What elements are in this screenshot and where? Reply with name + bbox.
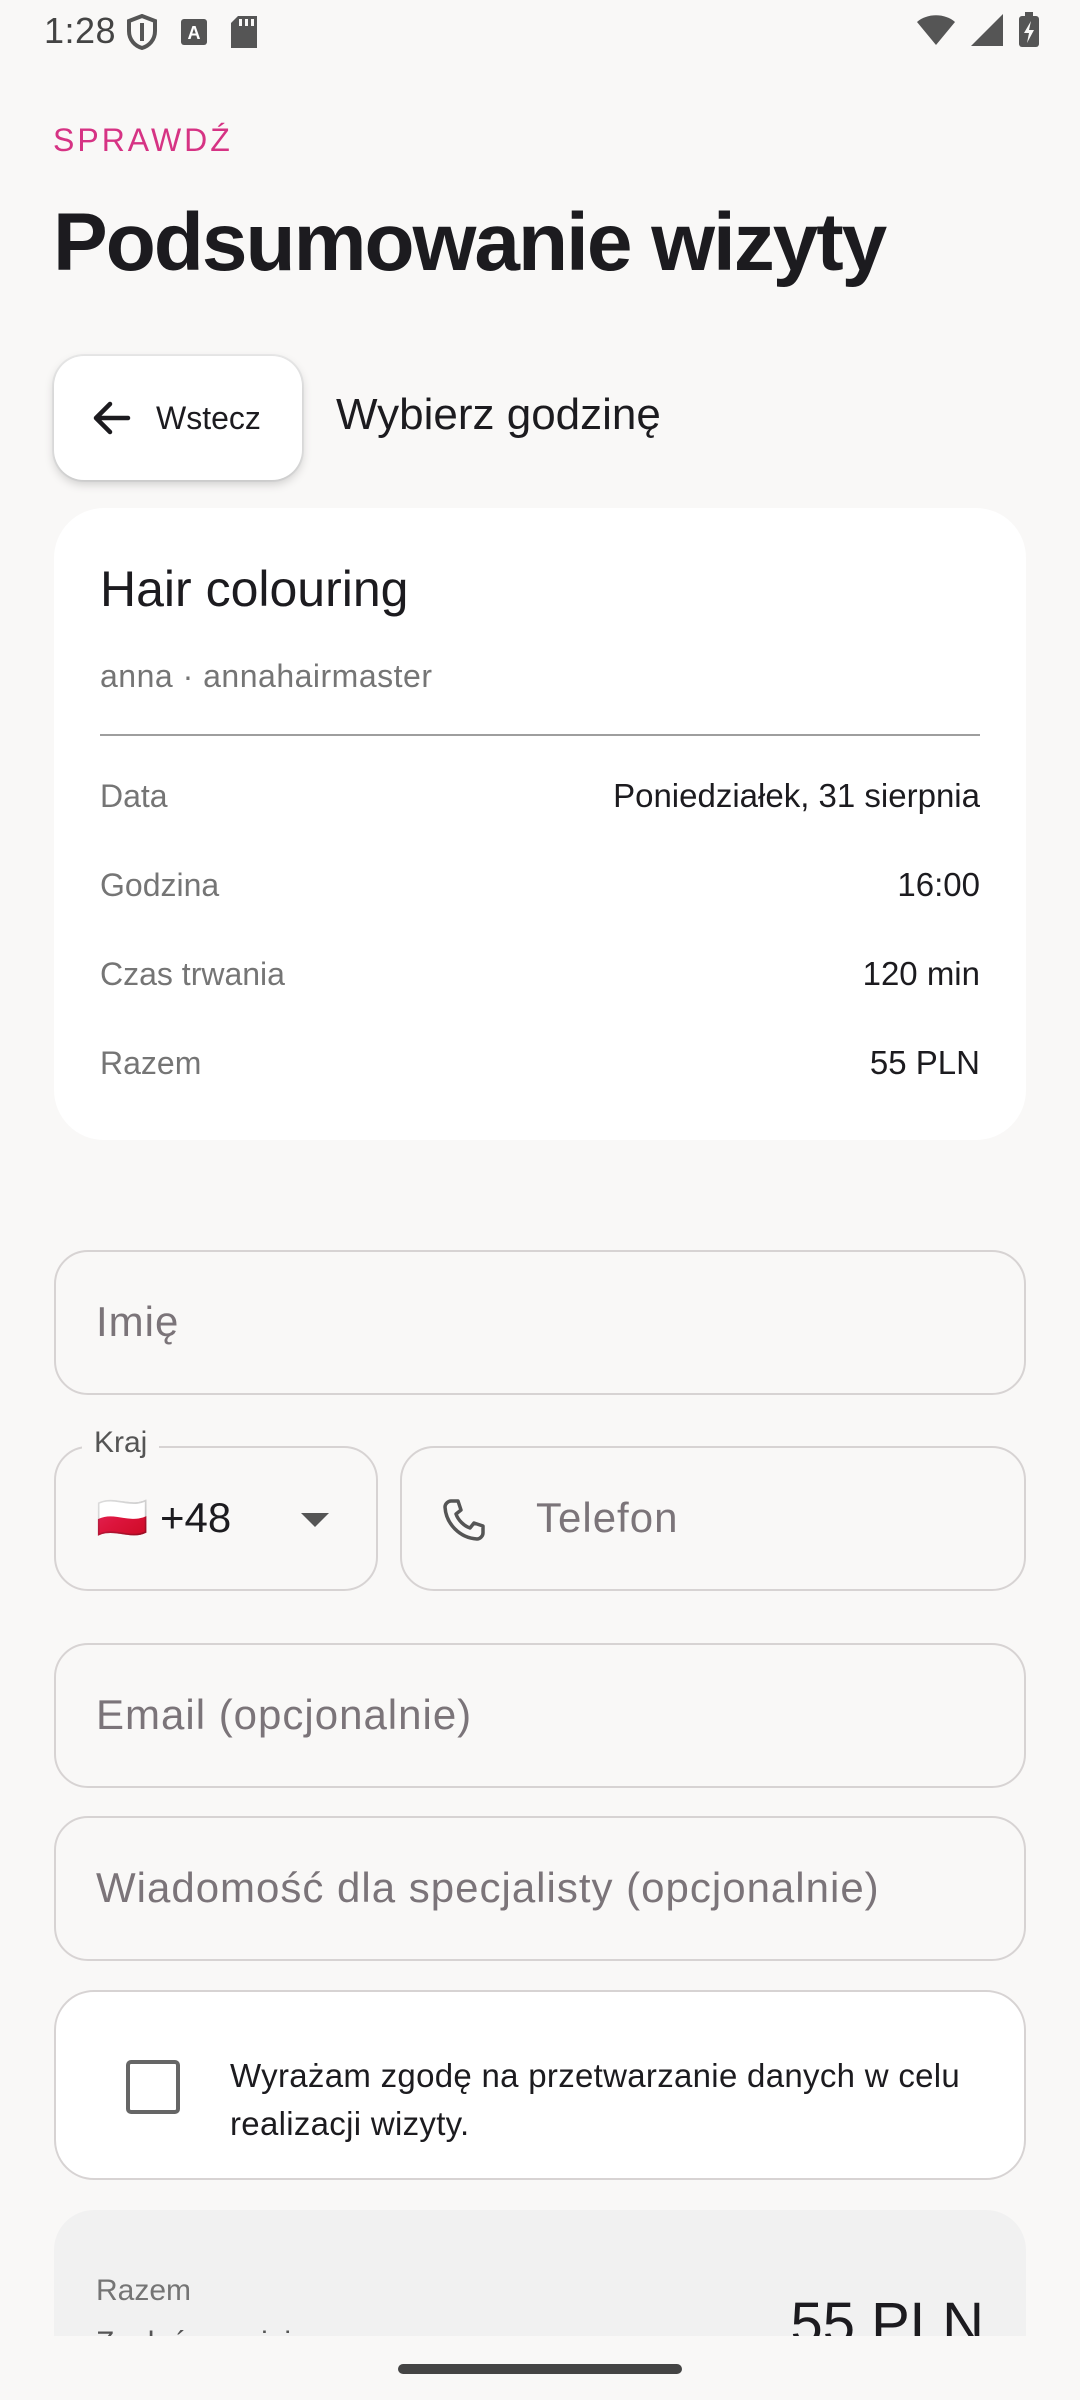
message-field[interactable]: Wiadomość dla specjalisty (opcjonalnie): [54, 1816, 1026, 1961]
country-select[interactable]: 🇵🇱 +48: [54, 1446, 378, 1591]
home-indicator[interactable]: [398, 2364, 682, 2374]
detail-row-time: Godzina 16:00: [100, 860, 980, 910]
detail-value: 55 PLN: [869, 1044, 980, 1081]
page-title: Podsumowanie wizyty: [53, 197, 887, 288]
country-code: +48: [160, 1494, 232, 1541]
signal-icon: [971, 14, 1003, 46]
consent-checkbox[interactable]: [126, 2060, 180, 2114]
country-label: Kraj: [82, 1426, 160, 1460]
detail-label: Razem: [100, 1044, 202, 1081]
message-placeholder: Wiadomość dla specjalisty (opcjonalnie): [96, 1864, 880, 1911]
arrow-back-icon: [93, 401, 131, 435]
service-provider: anna · annahairmaster: [100, 658, 433, 694]
status-time: 1:28: [44, 10, 117, 51]
step-title: Wybierz godzinę: [336, 390, 661, 439]
email-placeholder: Email (opcjonalnie): [96, 1691, 473, 1738]
battery-charging-icon: [1019, 12, 1039, 47]
name-field[interactable]: Imię: [54, 1250, 1026, 1395]
font-a-icon: A: [181, 19, 207, 45]
total-label: Razem: [96, 2274, 192, 2307]
shield-icon: [127, 14, 157, 50]
summary-card: Hair colouring anna · annahairmaster Dat…: [54, 508, 1026, 1140]
detail-label: Czas trwania: [100, 955, 285, 992]
back-button-label: Wstecz: [156, 399, 261, 436]
consent-box[interactable]: Wyrażam zgodę na przetwarzanie danych w …: [54, 1990, 1026, 2180]
detail-value: 120 min: [862, 955, 980, 992]
back-button[interactable]: Wstecz: [54, 356, 302, 480]
wifi-icon: [917, 15, 955, 45]
phone-placeholder: Telefon: [536, 1494, 679, 1541]
detail-row-total: Razem 55 PLN: [100, 1038, 980, 1088]
email-field[interactable]: Email (opcjonalnie): [54, 1643, 1026, 1788]
detail-label: Godzina: [100, 866, 220, 903]
status-bar: 1:28 A: [0, 0, 1080, 64]
consent-text: Wyrażam zgodę na przetwarzanie danych w …: [230, 2057, 961, 2142]
eyebrow-label: SPRAWDŹ: [53, 122, 233, 158]
service-name: Hair colouring: [100, 561, 409, 617]
dropdown-arrow-icon: [301, 1513, 329, 1527]
phone-icon: [443, 1499, 485, 1541]
detail-row-date: Data Poniedziałek, 31 sierpnia: [100, 771, 980, 821]
name-placeholder: Imię: [96, 1298, 180, 1345]
sd-card-icon: [231, 16, 257, 48]
phone-field[interactable]: Telefon: [400, 1446, 1026, 1591]
detail-row-duration: Czas trwania 120 min: [100, 949, 980, 999]
detail-label: Data: [100, 777, 168, 814]
detail-value: 16:00: [897, 866, 980, 903]
svg-text:A: A: [188, 23, 201, 43]
detail-value: Poniedziałek, 31 sierpnia: [613, 777, 980, 814]
divider: [100, 734, 980, 736]
poland-flag-icon: 🇵🇱: [96, 1494, 149, 1541]
